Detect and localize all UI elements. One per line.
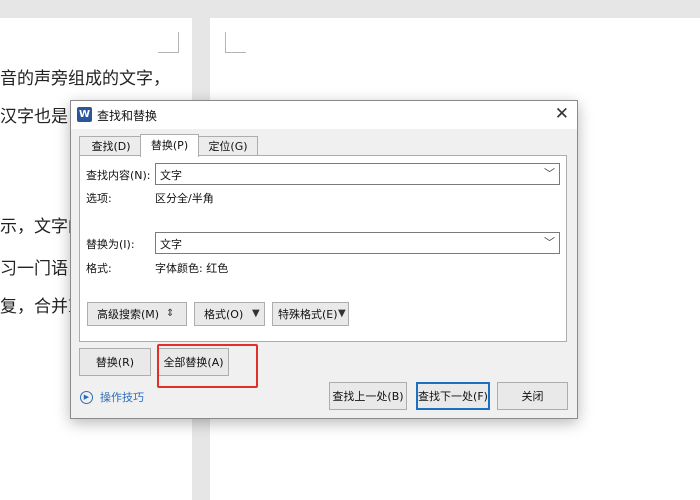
dialog-title: 查找和替换	[97, 109, 158, 123]
page-corner-mark	[158, 32, 179, 53]
document-text-line: 复，合并I	[0, 297, 75, 317]
replace-input[interactable]: 文字 ﹀	[155, 232, 560, 254]
options-value: 区分全/半角	[155, 192, 214, 205]
find-label: 查找内容(N):	[86, 169, 151, 182]
advanced-search-label: 高级搜索(M)	[97, 308, 160, 321]
format-button-label: 格式(O)	[204, 308, 244, 321]
chevron-down-icon[interactable]: ﹀	[544, 165, 555, 181]
replace-input-value: 文字	[160, 238, 182, 251]
tips-link[interactable]: 操作技巧	[100, 389, 144, 405]
document-text-line: 音的声旁组成的文字，	[0, 69, 170, 89]
page-corner-mark	[225, 32, 246, 53]
dialog-titlebar[interactable]: W 查找和替换 ✕	[71, 101, 577, 129]
replace-label: 替换为(I):	[86, 238, 135, 251]
close-icon[interactable]: ✕	[555, 104, 569, 124]
find-input[interactable]: 文字 ﹀	[155, 163, 560, 185]
play-circle-icon[interactable]: ▶	[80, 391, 93, 404]
document-text-line: 汉字也是	[0, 107, 68, 127]
tab-replace[interactable]: 替换(P)	[140, 134, 199, 157]
replace-button[interactable]: 替换(R)	[79, 348, 151, 376]
format-value: 字体颜色: 红色	[155, 262, 229, 275]
close-button[interactable]: 关闭	[497, 382, 568, 410]
special-format-label: 特殊格式(E)	[278, 308, 338, 321]
find-next-button[interactable]: 查找下一处(F)	[416, 382, 490, 410]
dropdown-arrow-icon: ▼	[252, 308, 260, 319]
tab-find[interactable]: 查找(D)	[79, 136, 143, 156]
close-button-label: 关闭	[521, 390, 544, 403]
find-input-value: 文字	[160, 169, 182, 182]
chevron-down-icon[interactable]: ﹀	[544, 234, 555, 250]
find-previous-button[interactable]: 查找上一处(B)	[329, 382, 407, 410]
find-previous-label: 查找上一处(B)	[332, 390, 404, 403]
find-replace-dialog: W 查找和替换 ✕ 查找(D) 替换(P) 定位(G) 查找内容(N): 文字 …	[70, 100, 578, 419]
tab-goto[interactable]: 定位(G)	[198, 136, 258, 156]
document-text-line: 习一门语	[0, 259, 68, 279]
wps-writer-icon: W	[77, 107, 92, 122]
find-next-label: 查找下一处(F)	[418, 390, 488, 403]
dropdown-arrow-icon: ⇕	[166, 308, 175, 319]
options-label: 选项:	[86, 192, 112, 205]
replace-button-label: 替换(R)	[95, 356, 135, 369]
annotation-highlight-box	[157, 344, 258, 388]
dropdown-arrow-icon: ▼	[338, 308, 346, 319]
format-label: 格式:	[86, 262, 112, 275]
